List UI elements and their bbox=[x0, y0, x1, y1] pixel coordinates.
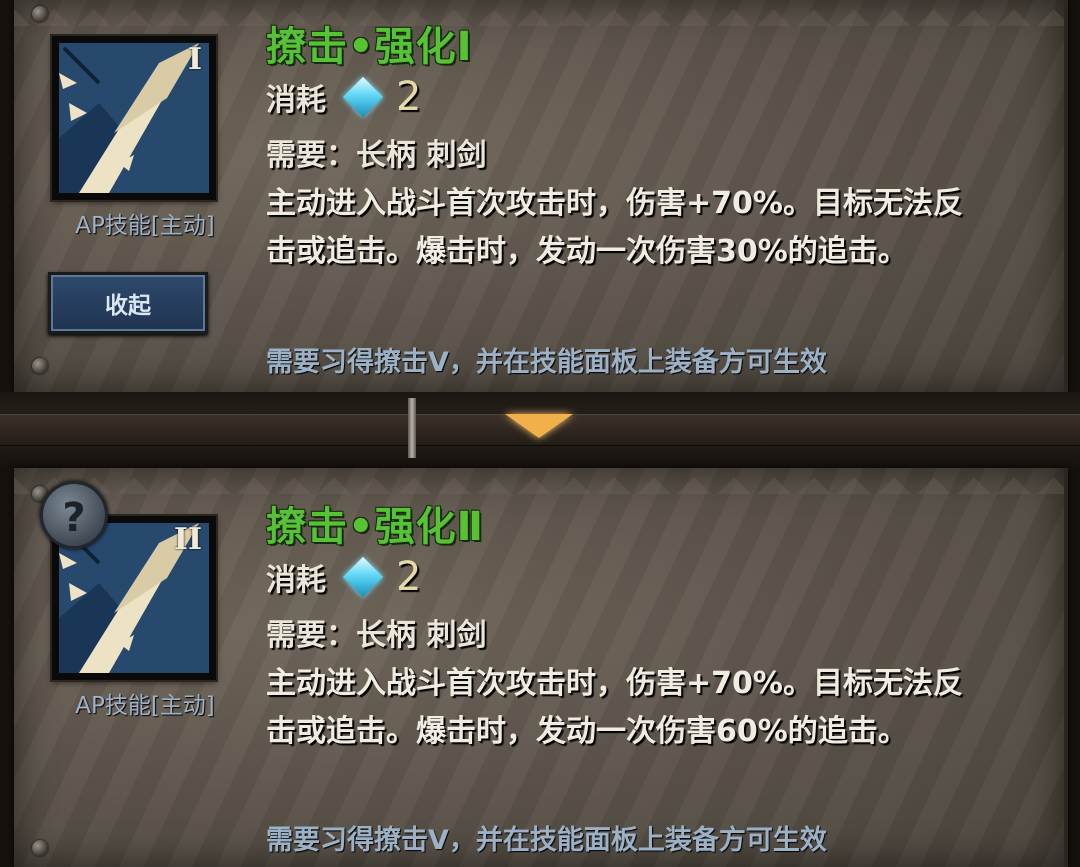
cost-row: 消耗 2 bbox=[266, 554, 421, 600]
unlock-note: 需要习得撩击Ⅴ，并在技能面板上装备方可生效 bbox=[266, 347, 827, 378]
unlock-note: 需要习得撩击Ⅴ，并在技能面板上装备方可生效 bbox=[266, 825, 827, 856]
requirement-text: 需要：长柄 刺剑 bbox=[266, 618, 487, 653]
rivet-icon bbox=[32, 840, 48, 856]
requirement-text: 需要：长柄 刺剑 bbox=[266, 138, 487, 173]
help-question-icon[interactable]: ? bbox=[40, 481, 108, 549]
crystal-gem-icon bbox=[342, 76, 384, 118]
skill-description: 主动进入战斗首次攻击时，伤害+70%。目标无法反击或追击。爆击时，发动一次伤害3… bbox=[266, 186, 963, 269]
card-border-pattern bbox=[14, 468, 1064, 494]
divider-post bbox=[408, 398, 416, 458]
spear-thrust-icon bbox=[59, 43, 209, 193]
cost-label: 消耗 bbox=[266, 83, 326, 118]
crystal-gem-icon bbox=[342, 556, 384, 598]
down-arrow-icon[interactable] bbox=[505, 414, 573, 438]
collapse-button[interactable]: 收起 bbox=[48, 272, 208, 334]
skill-level-numeral: I bbox=[187, 42, 202, 77]
cost-row: 消耗 2 bbox=[266, 74, 421, 120]
cost-label: 消耗 bbox=[266, 563, 326, 598]
cost-value: 2 bbox=[396, 554, 422, 600]
skill-icon-1[interactable]: I bbox=[52, 36, 216, 200]
cost-value: 2 bbox=[396, 74, 422, 120]
rivet-icon bbox=[32, 358, 48, 374]
rivet-icon bbox=[32, 6, 48, 22]
skill-description: 主动进入战斗首次攻击时，伤害+70%。目标无法反击或追击。爆击时，发动一次伤害6… bbox=[266, 666, 963, 749]
skill-level-numeral: II bbox=[173, 522, 202, 557]
card-border-pattern bbox=[14, 0, 1064, 26]
skill-title: 撩击•强化Ⅰ bbox=[266, 24, 473, 70]
skill-title: 撩击•强化Ⅱ bbox=[266, 504, 484, 550]
skill-type-label: AP技能[主动] bbox=[75, 213, 215, 239]
section-divider bbox=[0, 392, 1080, 468]
skill-type-label: AP技能[主动] bbox=[75, 693, 215, 719]
